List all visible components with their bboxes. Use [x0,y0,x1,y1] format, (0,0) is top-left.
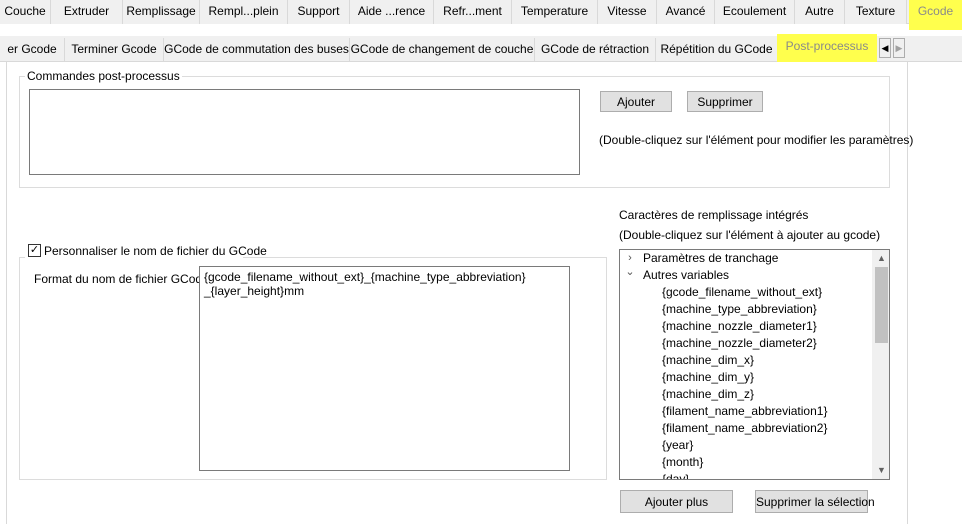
placeholders-tree[interactable]: › Paramètres de tranchage ⌄ Autres varia… [619,249,890,480]
scroll-up-icon[interactable]: ▲ [873,250,889,267]
tree-item[interactable]: {machine_nozzle_diameter1} [662,318,817,335]
tab-avance[interactable]: Avancé [657,0,715,24]
tree-item[interactable]: {machine_dim_x} [662,352,754,369]
tree-item[interactable]: {machine_dim_z} [662,386,754,403]
tab-post-processus[interactable]: Post-processus [777,34,877,64]
filename-format-field[interactable]: {gcode_filename_without_ext}_{machine_ty… [199,266,570,471]
tree-item-label: Paramètres de tranchage [643,251,779,265]
placeholders-hint: (Double-cliquez sur l'élément à ajouter … [619,228,881,242]
scroll-down-icon[interactable]: ▼ [873,462,889,479]
tab-scroll-left-button[interactable]: ◀ [879,38,891,58]
tab-autre[interactable]: Autre [795,0,845,24]
tab-vitesse[interactable]: Vitesse [598,0,657,24]
tab-temperature[interactable]: Temperature [512,0,598,24]
customize-filename-label: Personnaliser le nom de fichier du GCode [44,244,267,258]
tab-bar-gcode: er Gcode Terminer Gcode GCode de commuta… [0,34,962,64]
tab-terminer-gcode[interactable]: Terminer Gcode [65,38,164,62]
tab-remplissage[interactable]: Remplissage [123,0,200,24]
tree-item[interactable]: {filament_name_abbreviation2} [662,420,827,437]
tree-scrollbar[interactable]: ▲ ▼ [872,250,889,479]
tab-refroidissement[interactable]: Refr...ment [434,0,512,24]
tab-gcode-changement-couche[interactable]: GCode de changement de couche [350,38,535,62]
tab-gcode-commutation-buses[interactable]: GCode de commutation des buses [164,38,350,62]
tab-gcode-retraction[interactable]: GCode de rétraction [535,38,656,62]
tab-bar-main: Couche Extruder Remplissage Rempl...plei… [0,0,962,30]
scrollbar-thumb[interactable] [875,267,888,343]
tree-item[interactable]: {machine_nozzle_diameter2} [662,335,817,352]
filename-format-line-1: {gcode_filename_without_ext}_{machine_ty… [204,270,526,284]
post-commands-group-title: Commandes post-processus [25,69,182,83]
tree-item-label: Autres variables [643,268,730,282]
tree-item[interactable]: {machine_dim_y} [662,369,754,386]
filename-format-line-2: _{layer_height}mm [204,284,305,298]
add-more-button[interactable]: Ajouter plus [620,490,733,513]
tree-item[interactable]: {year} [662,437,693,454]
tab-scroll-right-button[interactable]: ▶ [893,38,905,58]
delete-button[interactable]: Supprimer [687,91,763,112]
tab-demarrer-gcode[interactable]: er Gcode [0,38,65,62]
chevron-down-icon[interactable]: ⌄ [625,264,635,281]
tab-gcode[interactable]: Gcode [909,0,962,30]
tab-remplissage-plein[interactable]: Rempl...plein [200,0,288,24]
post-commands-list[interactable] [29,89,580,175]
tab-aide-adherence[interactable]: Aide ...rence [350,0,434,24]
tab-texture[interactable]: Texture [845,0,907,24]
customize-filename-checkbox[interactable]: ✓ [28,244,41,257]
add-button[interactable]: Ajouter [600,91,672,112]
tree-item[interactable]: {gcode_filename_without_ext} [662,284,822,301]
post-commands-hint: (Double-cliquez sur l'élément pour modif… [599,133,914,147]
tab-support[interactable]: Support [288,0,350,24]
placeholders-title: Caractères de remplissage intégrés [619,208,809,222]
tree-item[interactable]: {machine_type_abbreviation} [662,301,817,318]
tree-item[interactable]: {filament_name_abbreviation1} [662,403,827,420]
tab-repetition-gcode[interactable]: Répétition du GCode [656,38,778,62]
delete-selection-button[interactable]: Supprimer la sélection [755,490,875,513]
tab-extruder[interactable]: Extruder [51,0,123,24]
tab-ecoulement[interactable]: Ecoulement [715,0,795,24]
tree-item[interactable]: {day} [662,471,689,479]
tab-couche[interactable]: Couche [0,0,51,24]
filename-format-label: Format du nom de fichier GCode [34,272,209,286]
tree-item[interactable]: {month} [662,454,703,471]
